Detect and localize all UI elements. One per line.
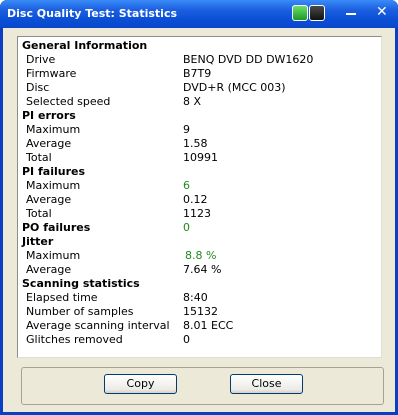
interval-value: 8.01 ECC	[183, 319, 234, 332]
interval-label: Average scanning interval	[26, 319, 170, 332]
jitter-avg-value: 7.64 %	[183, 263, 222, 276]
copy-button[interactable]: Copy	[104, 374, 177, 394]
po-failures-value: 0	[183, 221, 190, 234]
pi-failures-avg-value: 0.12	[183, 193, 208, 206]
pi-failures-total-value: 1123	[183, 207, 211, 220]
jitter-max-label: Maximum	[26, 249, 81, 262]
pi-errors-total-label: Total	[26, 151, 52, 164]
green-status-icon[interactable]	[292, 5, 308, 21]
elapsed-time-value: 8:40	[183, 291, 208, 304]
disc-label: Disc	[26, 81, 50, 94]
minimize-icon[interactable]	[346, 13, 356, 15]
samples-label: Number of samples	[26, 305, 134, 318]
window-title: Disc Quality Test: Statistics	[7, 7, 178, 20]
glitches-value: 0	[183, 333, 190, 346]
firmware-value: B7T9	[183, 67, 212, 80]
general-heading: General Information	[22, 39, 148, 52]
scanning-heading: Scanning statistics	[22, 277, 140, 290]
jitter-heading: Jitter	[22, 235, 54, 248]
pi-failures-total-label: Total	[26, 207, 52, 220]
jitter-avg-label: Average	[26, 263, 72, 276]
pi-errors-max-label: Maximum	[26, 123, 81, 136]
jitter-max-value: 8.8 %	[185, 249, 217, 262]
title-bar[interactable]: Disc Quality Test: Statistics ✕	[0, 0, 398, 28]
po-failures-heading: PO failures	[22, 221, 91, 234]
statistics-window: Disc Quality Test: Statistics ✕ General …	[0, 0, 398, 415]
pi-errors-max-value: 9	[183, 123, 190, 136]
glitches-label: Glitches removed	[26, 333, 123, 346]
elapsed-time-label: Elapsed time	[26, 291, 98, 304]
disc-value: DVD+R (MCC 003)	[183, 81, 286, 94]
close-button[interactable]: Close	[230, 374, 303, 394]
firmware-label: Firmware	[26, 67, 77, 80]
pi-failures-avg-label: Average	[26, 193, 72, 206]
statistics-panel: General Information Drive BENQ DVD DD DW…	[17, 36, 382, 358]
pi-errors-avg-label: Average	[26, 137, 72, 150]
speed-value: 8 X	[183, 95, 202, 108]
close-icon[interactable]: ✕	[376, 4, 388, 20]
dark-status-icon[interactable]	[309, 5, 325, 21]
pi-failures-max-value: 6	[183, 179, 190, 192]
pi-errors-avg-value: 1.58	[183, 137, 208, 150]
pi-failures-heading: PI failures	[22, 165, 85, 178]
pi-errors-heading: PI errors	[22, 109, 76, 122]
speed-label: Selected speed	[26, 95, 111, 108]
button-bar: Copy Close	[21, 367, 384, 405]
pi-errors-total-value: 10991	[183, 151, 218, 164]
drive-label: Drive	[26, 53, 56, 66]
samples-value: 15132	[183, 305, 218, 318]
drive-value: BENQ DVD DD DW1620	[183, 53, 314, 66]
pi-failures-max-label: Maximum	[26, 179, 81, 192]
client-area: General Information Drive BENQ DVD DD DW…	[3, 28, 395, 412]
